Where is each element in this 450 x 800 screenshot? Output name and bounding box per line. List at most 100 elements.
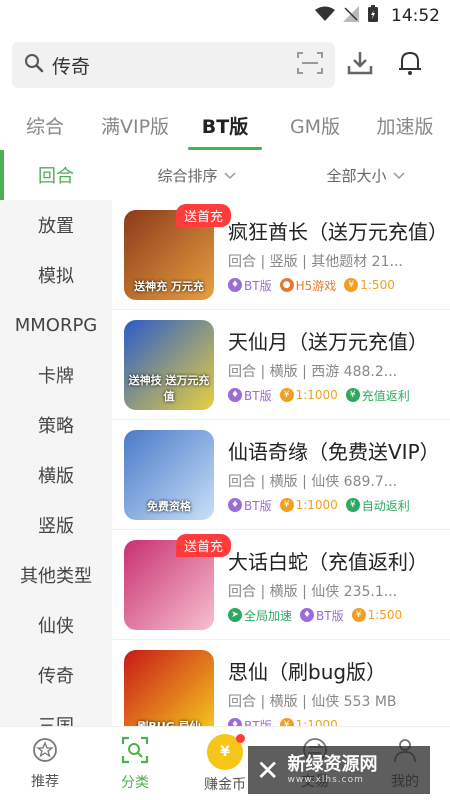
game-title: 思仙（刷bug版） [228, 659, 387, 684]
category-icon [121, 736, 149, 768]
game-icon-text: 送神充 万元充 [134, 279, 204, 293]
sidebar-item-turn-based[interactable]: 回合 [0, 150, 112, 200]
first-charge-badge: 送首充 [176, 534, 232, 557]
game-tag: ● H5游戏 [279, 277, 337, 294]
sidebar-item-legend[interactable]: 传奇 [0, 650, 112, 700]
game-tag-label: 1:500 [367, 608, 403, 622]
game-tag-label: BT版 [244, 498, 272, 513]
sidebar-item-card[interactable]: 卡牌 [0, 350, 112, 400]
game-info: 天仙月（送万元充值） 回合 | 横版 | 西游 488.2... ♦ BT版 ¥1:10… [228, 326, 450, 404]
game-tag: ¥1:1000 [279, 497, 338, 514]
tab-gm[interactable]: GM版 [270, 100, 360, 150]
tab-bt[interactable]: BT版 [180, 100, 270, 150]
watermark-url: www.xlhs.com [287, 774, 364, 785]
bell-icon [398, 50, 422, 80]
coin-icon: ¥ [207, 733, 245, 770]
game-icon-text: 免费资格 [147, 499, 191, 513]
download-button[interactable] [335, 42, 385, 88]
game-row[interactable]: 送神技 送万元充值 天仙月（送万元充值） 回合 | 横版 | 西游 488.2...… [112, 310, 450, 420]
game-row[interactable]: 送首充 大话白蛇（充值返利） 回合 | 横版 | 仙侠 235.1... ➤ 全局加速 ♦… [112, 530, 450, 640]
game-tag: ♦ BT版 [228, 717, 272, 726]
game-tag-label: 全局加速 [244, 608, 293, 623]
coin-icon: ¥ [279, 498, 294, 512]
tab-all[interactable]: 综合 [0, 100, 90, 150]
game-tag: ¥1:500 [351, 607, 403, 624]
game-meta: 回合 | 横版 | 仙侠 553 MB [228, 693, 397, 710]
tab-vip[interactable]: 满VIP版 [90, 100, 180, 150]
nav-category-label: 分类 [121, 774, 149, 791]
sidebar-item-mmorpg[interactable]: MMORPG [0, 300, 112, 350]
first-charge-badge: 送首充 [176, 204, 232, 227]
tag-row: ➤ 全局加速 ♦ BT版 ¥1:500 [228, 607, 450, 624]
flame-icon: ♦ [300, 608, 315, 622]
sort-order-dropdown[interactable]: 综合排序 [112, 165, 281, 186]
search-icon [24, 53, 44, 77]
size-filter-dropdown[interactable]: 全部大小 [281, 165, 450, 186]
game-title: 天仙月（送万元充值） [228, 329, 428, 354]
game-tag: ¥1:500 [344, 277, 395, 294]
sort-order-label: 综合排序 [157, 166, 218, 185]
tag-row: ♦ BT版 ¥1:1000 ¥ 自动返利 [228, 497, 450, 514]
game-tag: ♦ BT版 [228, 277, 272, 294]
tab-speedup[interactable]: 加速版 [360, 100, 450, 150]
tag-row: ♦ BT版 ● H5游戏 ¥1:500 [228, 277, 450, 294]
game-row[interactable]: 送神充 万元充 送首充 疯狂酋长（送万元充值） 回合 | 竖版 | 其他题材 21..… [112, 200, 450, 310]
chevron-down-icon [392, 166, 405, 184]
search-value: 传奇 [52, 55, 91, 78]
game-tag-label: H5游戏 [295, 278, 337, 293]
game-icon-text: 送神技 送万元充值 [128, 373, 210, 403]
size-filter-label: 全部大小 [326, 166, 387, 185]
game-title: 疯狂酋长（送万元充值） [228, 219, 448, 244]
search-input[interactable]: 传奇 [12, 42, 335, 88]
sidebar-item-other[interactable]: 其他类型 [0, 550, 112, 600]
yen-icon: ¥ [345, 388, 360, 402]
game-tag-label: BT版 [316, 608, 344, 623]
nav-recommend[interactable]: 推荐 [0, 727, 90, 800]
game-icon: 送神技 送万元充值 [124, 319, 214, 410]
flame-icon: ♦ [228, 388, 242, 402]
game-row[interactable]: 刷BUG 忌仙 思仙（刷bug版） 回合 | 横版 | 仙侠 553 MB ♦ BT版 ¥… [112, 640, 450, 726]
game-tag-label: 1:1000 [295, 498, 338, 512]
game-title: 大话白蛇（充值返利） [228, 549, 428, 574]
top-tabs: 综合 满VIP版 BT版 GM版 加速版 [0, 100, 450, 150]
nav-category[interactable]: 分类 [90, 727, 180, 800]
clock: 14:52 [391, 6, 440, 26]
sidebar-item-horizontal[interactable]: 横版 [0, 450, 112, 500]
h5-icon: ● [279, 278, 294, 292]
game-tag: ♦ BT版 [300, 607, 344, 624]
flame-icon: ♦ [228, 278, 242, 292]
game-list-panel: 综合排序 全部大小 送神充 万元充 送首充 疯狂酋长（送万元充值） 回合 | 竖版 |… [112, 150, 450, 726]
game-row[interactable]: 免费资格 仙语奇缘（免费送VIP） 回合 | 横版 | 仙侠 689.7... ♦ BT… [112, 420, 450, 530]
game-title: 仙语奇缘（免费送VIP） [228, 439, 440, 464]
game-tag-label: 1:1000 [295, 718, 338, 726]
scan-icon[interactable] [297, 51, 323, 79]
chevron-down-icon [223, 166, 236, 184]
game-info: 思仙（刷bug版） 回合 | 横版 | 仙侠 553 MB ♦ BT版 ¥1:1000 [228, 656, 450, 726]
game-info: 仙语奇缘（免费送VIP） 回合 | 横版 | 仙侠 689.7... ♦ BT版 ¥1:… [228, 436, 450, 514]
star-icon [32, 737, 58, 767]
game-tag-label: BT版 [244, 388, 272, 403]
game-list: 送神充 万元充 送首充 疯狂酋长（送万元充值） 回合 | 竖版 | 其他题材 21..… [112, 200, 450, 726]
sidebar-item-xianxia[interactable]: 仙侠 [0, 600, 112, 650]
game-icon-text: 刷BUG 忌仙 [137, 719, 201, 727]
sidebar-item-vertical[interactable]: 竖版 [0, 500, 112, 550]
battery-icon [367, 5, 379, 27]
game-info: 大话白蛇（充值返利） 回合 | 横版 | 仙侠 235.1... ➤ 全局加速 ♦ BT版… [228, 546, 450, 624]
sidebar-item-three-kingdoms[interactable]: 三国 [0, 700, 112, 726]
notification-button[interactable] [385, 42, 435, 88]
game-tag: ¥ 充值返利 [345, 387, 410, 404]
flame-icon: ♦ [228, 718, 242, 726]
yen-icon: ¥ [345, 498, 360, 512]
game-meta: 回合 | 横版 | 西游 488.2... [228, 363, 398, 380]
game-tag-label: 充值返利 [361, 388, 410, 403]
game-info: 疯狂酋长（送万元充值） 回合 | 竖版 | 其他题材 21... ♦ BT版 ● H5游戏… [228, 216, 450, 294]
search-row: 传奇 [12, 42, 438, 88]
sidebar-item-idle[interactable]: 放置 [0, 200, 112, 250]
watermark-text-block: 新绿资源网 www.xlhs.com [287, 755, 377, 785]
status-bar: 14:52 [0, 0, 450, 32]
game-icon: 免费资格 [124, 429, 214, 520]
sidebar-item-strategy[interactable]: 策略 [0, 400, 112, 450]
flame-icon: ♦ [228, 498, 242, 512]
sidebar-item-simulation[interactable]: 模拟 [0, 250, 112, 300]
game-meta: 回合 | 横版 | 仙侠 235.1... [228, 583, 398, 600]
